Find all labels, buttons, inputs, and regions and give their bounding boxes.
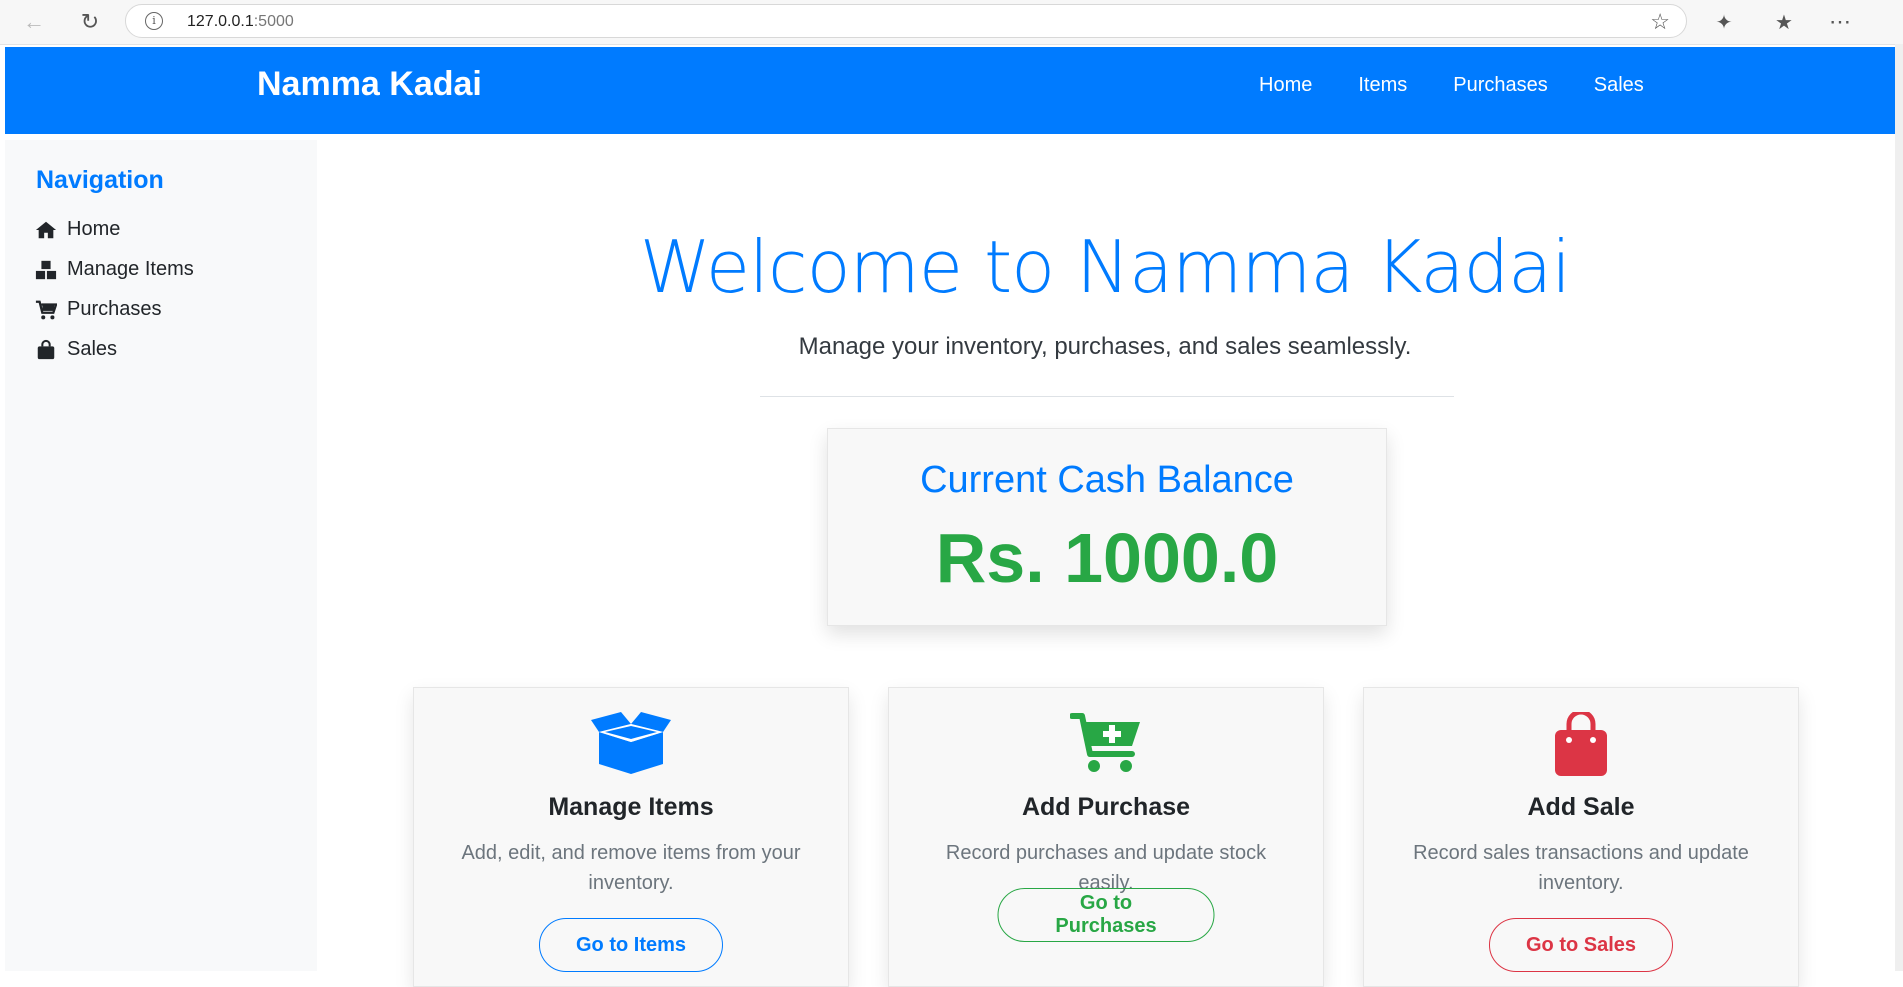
- divider: [760, 396, 1454, 397]
- sidebar: Navigation Home Manage Items Purchases S…: [5, 140, 317, 971]
- card-add-sale: Add Sale Record sales transactions and u…: [1363, 687, 1799, 987]
- cash-balance-card: Current Cash Balance Rs. 1000.0: [827, 428, 1387, 626]
- go-to-purchases-button[interactable]: Go to Purchases: [997, 888, 1215, 942]
- sidebar-item-home[interactable]: Home: [35, 218, 120, 241]
- sidebar-item-manage-items[interactable]: Manage Items: [35, 258, 194, 281]
- shopping-bag-icon: [1364, 712, 1798, 778]
- address-bar[interactable]: i 127.0.0.1:5000 ☆: [125, 4, 1687, 38]
- page-title: Welcome to Namma Kadai: [639, 225, 1572, 309]
- card-description: Add, edit, and remove items from your in…: [461, 842, 801, 894]
- open-box-icon: [414, 712, 848, 778]
- favorites-icon[interactable]: ★: [1768, 6, 1800, 38]
- boxes-icon: [35, 260, 57, 279]
- go-to-items-button[interactable]: Go to Items: [538, 918, 724, 972]
- go-to-sales-button[interactable]: Go to Sales: [1488, 918, 1674, 972]
- address-url[interactable]: 127.0.0.1:5000: [187, 13, 294, 31]
- sidebar-title: Navigation: [36, 166, 164, 194]
- cash-balance-title: Current Cash Balance: [920, 459, 1294, 501]
- brand-logo[interactable]: Namma Kadai: [257, 65, 482, 104]
- cart-plus-icon: [889, 712, 1323, 778]
- reload-icon[interactable]: ↻: [74, 6, 106, 38]
- top-navbar: Namma Kadai Home Items Purchases Sales: [5, 47, 1895, 134]
- extensions-icon[interactable]: ✦: [1708, 6, 1740, 38]
- card-manage-items: Manage Items Add, edit, and remove items…: [413, 687, 849, 987]
- cart-icon: [35, 300, 57, 319]
- card-add-purchase: Add Purchase Record purchases and update…: [888, 687, 1324, 987]
- card-title: Add Purchase: [1021, 793, 1191, 821]
- site-info-icon[interactable]: i: [145, 12, 163, 30]
- nav-link-purchases[interactable]: Purchases: [1453, 74, 1548, 97]
- sidebar-item-label: Purchases: [67, 298, 162, 320]
- nav-links: Home Items Purchases Sales: [1259, 74, 1644, 97]
- sidebar-item-label: Sales: [67, 338, 118, 360]
- bookmark-star-icon[interactable]: ☆: [1650, 9, 1670, 35]
- page-scrollbar[interactable]: [1895, 44, 1903, 971]
- sidebar-item-sales[interactable]: Sales: [35, 338, 117, 361]
- back-arrow-icon[interactable]: ←: [18, 6, 50, 38]
- more-menu-icon[interactable]: ⋯: [1824, 6, 1856, 38]
- sidebar-item-label: Manage Items: [67, 258, 194, 280]
- card-title: Add Sale: [1527, 793, 1635, 821]
- nav-link-home[interactable]: Home: [1259, 74, 1312, 97]
- card-title: Manage Items: [548, 793, 714, 821]
- sidebar-item-label: Home: [67, 218, 121, 240]
- browser-toolbar: ← ↻ i 127.0.0.1:5000 ☆ ✦ ★ ⋯: [0, 0, 1903, 45]
- nav-link-items[interactable]: Items: [1358, 74, 1407, 97]
- page-subtitle: Manage your inventory, purchases, and sa…: [798, 333, 1412, 360]
- sidebar-item-purchases[interactable]: Purchases: [35, 298, 162, 321]
- nav-link-sales[interactable]: Sales: [1594, 74, 1644, 97]
- shopping-bag-icon: [37, 339, 55, 359]
- cash-balance-value: Rs. 1000.0: [935, 519, 1279, 597]
- card-description: Record sales transactions and update inv…: [1413, 842, 1749, 894]
- home-icon: [35, 221, 57, 238]
